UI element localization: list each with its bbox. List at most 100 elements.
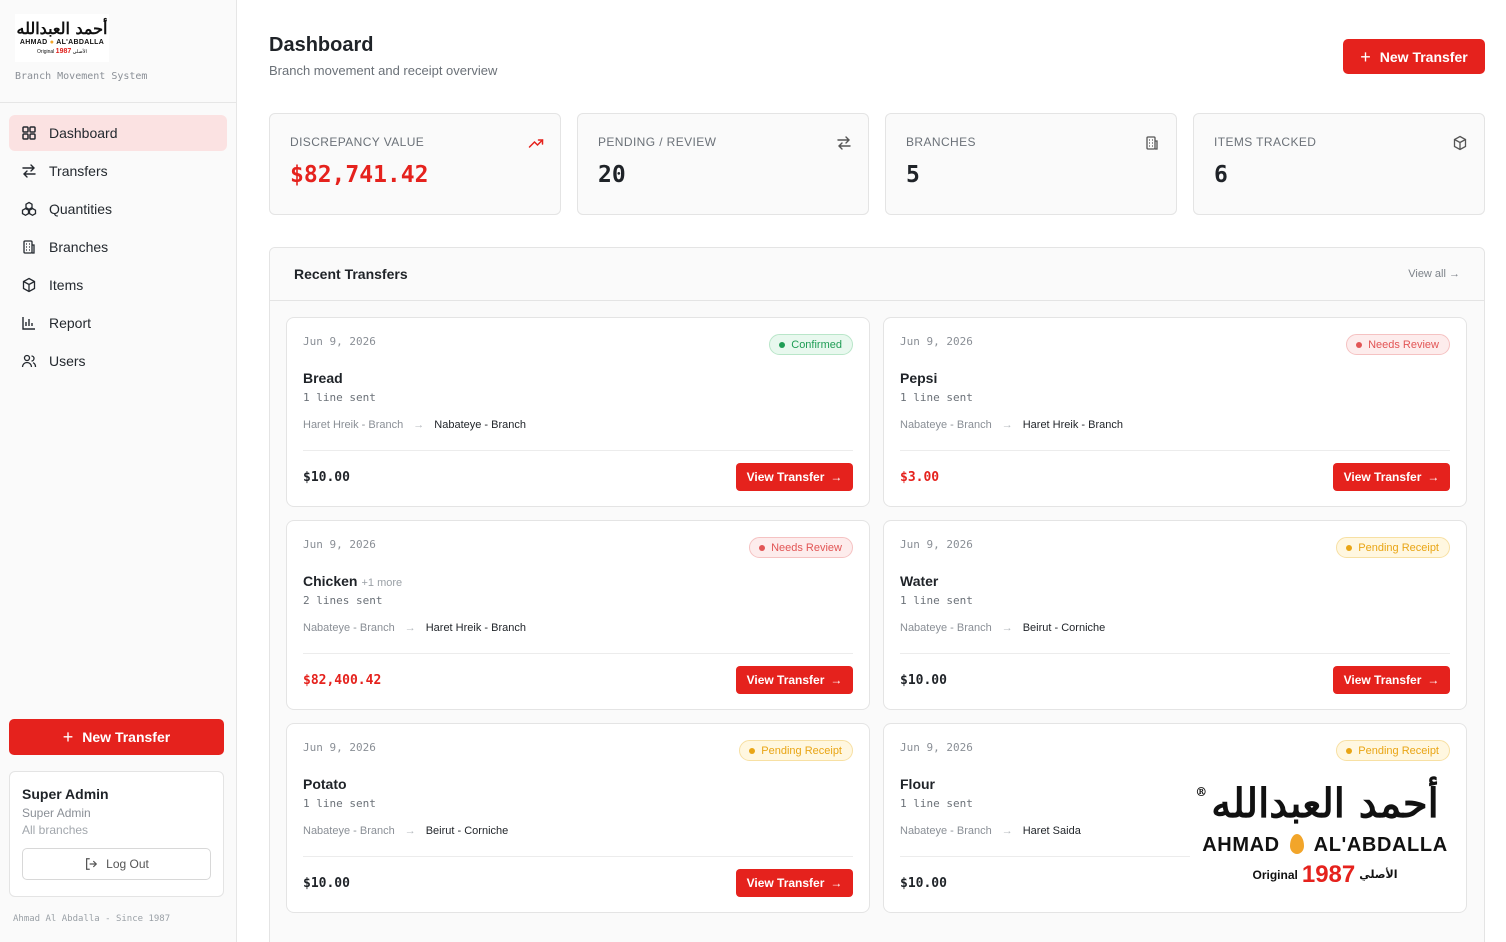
- boxes-icon: [21, 201, 37, 217]
- divider: [900, 653, 1450, 654]
- divider: [900, 450, 1450, 451]
- overlay-logo-english-left: AHMAD: [1202, 833, 1280, 856]
- sidebar-bottom: + New Transfer Super Admin Super Admin Al…: [9, 719, 224, 897]
- sidebar-item-branches[interactable]: Branches: [9, 229, 227, 265]
- sidebar-item-dashboard[interactable]: Dashboard: [9, 115, 227, 151]
- route-to: Haret Hreik - Branch: [425, 622, 526, 634]
- transfer-route: Nabateye - Branch → Beirut - Corniche: [900, 622, 1105, 634]
- building-icon: [1144, 135, 1160, 151]
- new-transfer-button[interactable]: + New Transfer: [1343, 39, 1485, 74]
- route-to: Beirut - Corniche: [425, 825, 509, 837]
- item-name: Potato: [303, 776, 347, 792]
- sidebar-item-label: Items: [49, 277, 84, 293]
- logout-icon: [84, 857, 98, 871]
- sidebar-new-transfer-label: New Transfer: [82, 729, 171, 745]
- transfer-date: Jun 9, 2026: [303, 741, 376, 754]
- sidebar-item-label: Report: [49, 315, 92, 331]
- sidebar-item-users[interactable]: Users: [9, 343, 227, 379]
- view-transfer-button[interactable]: View Transfer →: [736, 869, 853, 897]
- sidebar-logo[interactable]: أحمد العبدالله AHMAD ● AL'ABDALLA Origin…: [15, 14, 109, 62]
- sidebar: أحمد العبدالله AHMAD ● AL'ABDALLA Origin…: [0, 0, 237, 942]
- sidebar-item-transfers[interactable]: Transfers: [9, 153, 227, 189]
- sidebar-nav: Dashboard Transfers Quantities Branches …: [0, 103, 236, 379]
- transfer-item: Potato: [303, 776, 347, 792]
- transfer-item: Pepsi: [900, 370, 937, 386]
- transfer-amount: $3.00: [900, 470, 940, 485]
- transfer-item: Flour: [900, 776, 935, 792]
- sidebar-item-quantities[interactable]: Quantities: [9, 191, 227, 227]
- transfer-date: Jun 9, 2026: [900, 741, 973, 754]
- stat-label: BRANCHES: [906, 135, 976, 149]
- trending-up-icon: [528, 135, 544, 151]
- transfer-route: Nabateye - Branch → Haret Hreik - Branch: [900, 419, 1123, 431]
- transfer-route: Haret Hreik - Branch → Nabateye - Branch: [303, 419, 526, 431]
- sidebar-item-items[interactable]: Items: [9, 267, 227, 303]
- status-dot: [749, 747, 756, 754]
- item-name: Water: [900, 573, 939, 589]
- route-from: Nabateye - Branch: [900, 419, 992, 431]
- route-from: Nabateye - Branch: [303, 825, 395, 837]
- view-transfer-button[interactable]: View Transfer →: [1333, 666, 1450, 694]
- transfer-route: Nabateye - Branch → Haret Saida: [900, 825, 1081, 837]
- bar-chart-icon: [21, 315, 37, 331]
- overlay-logo-arabic: ® أحمد العبدالله: [1195, 783, 1439, 824]
- stats-row: DISCREPANCY VALUE $82,741.42 PENDING / R…: [269, 113, 1485, 215]
- page-subtitle: Branch movement and receipt overview: [269, 63, 498, 78]
- stat-value: $82,741.42: [290, 162, 429, 188]
- lines-sent: 1 line sent: [900, 594, 973, 607]
- arrow-right-icon: →: [830, 673, 843, 687]
- transfer-card[interactable]: Jun 9, 2026 Pending Receipt Potato 1 lin…: [286, 723, 870, 913]
- transfer-date: Jun 9, 2026: [900, 538, 973, 551]
- route-from: Nabateye - Branch: [900, 825, 992, 837]
- transfer-date: Jun 9, 2026: [303, 538, 376, 551]
- status-badge: Pending Receipt: [1336, 740, 1450, 761]
- stat-items-tracked: ITEMS TRACKED 6: [1193, 113, 1485, 215]
- recent-transfers-header: Recent Transfers View all →: [270, 248, 1484, 301]
- overlay-logo-year: 1987: [1301, 860, 1356, 888]
- status-badge: Needs Review: [749, 537, 853, 558]
- sidebar-new-transfer-button[interactable]: + New Transfer: [9, 719, 224, 755]
- view-transfer-label: View Transfer: [1343, 673, 1422, 687]
- more-items: +1 more: [361, 577, 403, 589]
- logout-button[interactable]: Log Out: [22, 848, 211, 880]
- transfer-date: Jun 9, 2026: [303, 335, 376, 348]
- overlay-logo-arabic-original: الأصلي: [1359, 868, 1398, 881]
- arrows-icon: [21, 163, 37, 179]
- user-name: Super Admin: [22, 786, 109, 802]
- status-label: Needs Review: [771, 541, 842, 554]
- route-from: Nabateye - Branch: [900, 622, 992, 634]
- arrow-right-icon: →: [1001, 825, 1013, 837]
- item-name: Pepsi: [900, 370, 938, 386]
- view-transfer-button[interactable]: View Transfer →: [736, 666, 853, 694]
- transfer-card[interactable]: Jun 9, 2026 Pending Receipt Water 1 line…: [883, 520, 1467, 710]
- status-label: Pending Receipt: [761, 744, 842, 757]
- status-label: Pending Receipt: [1358, 744, 1439, 757]
- route-to: Haret Saida: [1022, 825, 1081, 837]
- status-dot: [759, 544, 766, 551]
- arrow-right-icon: →: [830, 470, 843, 484]
- package-icon: [1452, 135, 1468, 151]
- route-to: Beirut - Corniche: [1022, 622, 1106, 634]
- logo-original: Original 1987 الأصلي: [37, 48, 87, 55]
- arrow-right-icon: →: [1427, 673, 1440, 687]
- arrow-right-icon: →: [413, 419, 425, 431]
- plus-icon: +: [1360, 46, 1371, 67]
- route-to: Nabateye - Branch: [434, 419, 526, 431]
- view-transfer-button[interactable]: View Transfer →: [736, 463, 853, 491]
- sidebar-item-report[interactable]: Report: [9, 305, 227, 341]
- transfer-card[interactable]: Jun 9, 2026 Confirmed Bread 1 line sent …: [286, 317, 870, 507]
- transfer-amount: $10.00: [303, 470, 350, 485]
- transfer-amount: $10.00: [900, 876, 947, 891]
- view-transfer-button[interactable]: View Transfer →: [1333, 463, 1450, 491]
- logo-english-left: AHMAD: [19, 39, 48, 46]
- transfer-card[interactable]: Jun 9, 2026 Needs Review Chicken +1 more …: [286, 520, 870, 710]
- transfer-date: Jun 9, 2026: [900, 335, 973, 348]
- divider: [303, 856, 853, 857]
- recent-transfers-title: Recent Transfers: [294, 266, 408, 282]
- plus-icon: +: [62, 727, 74, 747]
- user-scope: All branches: [22, 823, 89, 837]
- item-name: Chicken: [303, 573, 358, 589]
- transfer-card[interactable]: Jun 9, 2026 Needs Review Pepsi 1 line se…: [883, 317, 1467, 507]
- view-all-link[interactable]: View all →: [1408, 268, 1460, 280]
- transfer-amount: $10.00: [303, 876, 350, 891]
